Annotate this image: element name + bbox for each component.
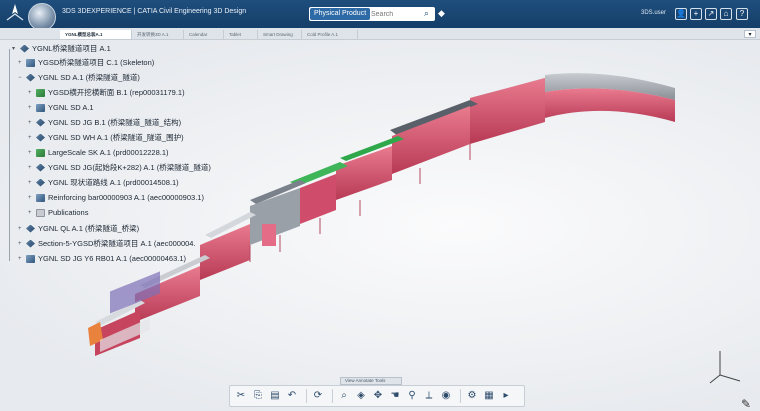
- expand-icon[interactable]: +: [28, 195, 34, 201]
- pan-icon[interactable]: ☚: [388, 389, 402, 403]
- product-icon: [26, 224, 35, 233]
- skeleton-icon: [26, 58, 35, 67]
- tunnel-wall-mid-upper: [470, 78, 545, 144]
- tab-cold-profile[interactable]: Cold Profile A.1: [302, 30, 358, 39]
- rotate-icon[interactable]: ⟳: [311, 389, 325, 403]
- move-icon[interactable]: ✥: [371, 389, 385, 403]
- compass-icon[interactable]: [4, 2, 26, 24]
- product-icon: [36, 118, 45, 127]
- tree-item[interactable]: − YGNL SD A.1 (桥梁隧道_隧道): [18, 71, 140, 84]
- expand-icon[interactable]: +: [28, 150, 34, 156]
- cut-icon[interactable]: ✂: [234, 389, 248, 403]
- tree-item[interactable]: + YGNL SD JG B.1 (桥梁隧道_隧道_结构): [28, 116, 181, 129]
- top-bar: 3DS 3DEXPERIENCE | CATIA Civil Engineeri…: [0, 0, 760, 31]
- tab-strip: YGNL模型总装A.1 开发转换3D A.1 Calendar Tablet S…: [0, 28, 760, 40]
- search-input[interactable]: [371, 8, 419, 20]
- tab-ygnl[interactable]: YGNL模型总装A.1: [60, 30, 132, 39]
- expand-icon[interactable]: +: [18, 60, 24, 66]
- share-icon[interactable]: ↗: [705, 8, 717, 20]
- tunnel-portal: [262, 224, 276, 246]
- shape-icon: [36, 88, 45, 97]
- action-bar-sections[interactable]: View Annotate Tools: [340, 377, 402, 385]
- expand-icon[interactable]: +: [28, 210, 34, 216]
- globe-icon[interactable]: [28, 3, 56, 31]
- tag-icon[interactable]: ◆: [438, 8, 448, 20]
- search-box[interactable]: Physical Product: [309, 7, 435, 21]
- user-name[interactable]: 3DS.user: [641, 10, 666, 16]
- add-icon[interactable]: +: [690, 8, 702, 20]
- part-icon: [26, 254, 35, 263]
- measure-icon[interactable]: ⟂: [422, 389, 436, 403]
- tree-connector: [9, 49, 10, 261]
- part-icon: [36, 193, 45, 202]
- tab-menu-button[interactable]: ▾: [744, 30, 756, 38]
- zoom-icon[interactable]: ⌕: [337, 389, 351, 403]
- undo-icon[interactable]: ↶: [285, 389, 299, 403]
- product-icon: [26, 239, 35, 248]
- tree-item[interactable]: + LargeScale SK A.1 (prd00012228.1): [28, 146, 169, 159]
- product-icon: [36, 163, 45, 172]
- tree-item[interactable]: + YGNL QL A.1 (桥梁隧道_桥梁): [18, 222, 139, 235]
- specification-tree[interactable]: ▾ YGNL桥梁隧道项目 A.1 + YGSD桥梁隧道项目 C.1 (Skele…: [0, 42, 250, 272]
- part-icon: [36, 103, 45, 112]
- shape-icon: [36, 148, 45, 157]
- expand-icon[interactable]: +: [28, 120, 34, 126]
- collapse-icon[interactable]: ▾: [12, 45, 18, 52]
- tree-item[interactable]: + YGSD横开挖横断面 B.1 (rep00031179.1): [28, 86, 185, 99]
- axis-triad-icon[interactable]: [706, 345, 746, 385]
- toolbar-separator: [306, 389, 307, 403]
- app-title: 3DS 3DEXPERIENCE | CATIA Civil Engineeri…: [62, 8, 247, 15]
- expand-icon[interactable]: +: [28, 105, 34, 111]
- product-icon: [20, 44, 29, 53]
- expand-icon[interactable]: +: [28, 90, 34, 96]
- tree-item[interactable]: + YGSD桥梁隧道项目 C.1 (Skeleton): [18, 56, 154, 69]
- search-icon[interactable]: ⌕: [424, 8, 434, 20]
- 3d-viewport[interactable]: ▾ YGNL桥梁隧道项目 A.1 + YGSD桥梁隧道项目 C.1 (Skele…: [0, 40, 760, 411]
- toolbar-separator: [332, 389, 333, 403]
- pen-icon[interactable]: ✎: [741, 397, 755, 411]
- product-icon: [36, 133, 45, 142]
- product-icon: [36, 178, 45, 187]
- tab-smart-drawing[interactable]: Smart Drawing: [258, 30, 302, 39]
- tree-item[interactable]: + YGNL SD JG Y6 RB01 A.1 (aec00000463.1): [18, 252, 186, 265]
- home-icon[interactable]: ⌂: [720, 8, 732, 20]
- search-scope-chip[interactable]: Physical Product: [310, 8, 371, 20]
- expand-icon[interactable]: +: [18, 256, 24, 262]
- paste-icon[interactable]: ▤: [268, 389, 282, 403]
- toolbar-separator: [460, 389, 461, 403]
- help-icon[interactable]: ?: [736, 8, 748, 20]
- copy-icon[interactable]: ⎘: [251, 389, 265, 403]
- expand-icon[interactable]: +: [18, 226, 24, 232]
- view-icon[interactable]: ◈: [354, 389, 368, 403]
- tab-calendar[interactable]: Calendar: [184, 30, 224, 39]
- tab-tablet[interactable]: Tablet: [224, 30, 258, 39]
- product-icon: [26, 73, 35, 82]
- more-icon[interactable]: ▸: [499, 389, 513, 403]
- expand-icon[interactable]: +: [28, 165, 34, 171]
- user-icon[interactable]: 👤: [675, 8, 687, 20]
- tree-item[interactable]: + YGNL SD A.1: [28, 101, 94, 114]
- tab-convert[interactable]: 开发转换3D A.1: [132, 30, 184, 39]
- tree-item[interactable]: + Reinforcing bar00000903 A.1 (aec000009…: [28, 191, 204, 204]
- settings-icon[interactable]: ⚙: [465, 389, 479, 403]
- collapse-icon[interactable]: −: [18, 75, 24, 81]
- tree-item[interactable]: + YGNL SD WH A.1 (桥梁隧道_隧道_围护): [28, 131, 184, 144]
- search-icon[interactable]: ⚲: [405, 389, 419, 403]
- expand-icon[interactable]: +: [28, 135, 34, 141]
- expand-icon[interactable]: +: [18, 241, 24, 247]
- grid-icon[interactable]: ▦: [482, 389, 496, 403]
- tree-root[interactable]: ▾ YGNL桥梁隧道项目 A.1: [12, 42, 111, 55]
- folder-icon: [36, 208, 45, 217]
- action-bar: ✂ ⎘ ▤ ↶ ⟳ ⌕ ◈ ✥ ☚ ⚲ ⟂ ◉ ⚙ ▦ ▸: [229, 385, 525, 407]
- render-icon[interactable]: ◉: [439, 389, 453, 403]
- tree-item[interactable]: + YGNL SD JG(起始段K+282) A.1 (桥梁隧道_隧道): [28, 161, 211, 174]
- expand-icon[interactable]: +: [28, 180, 34, 186]
- tree-item[interactable]: + Publications: [28, 206, 88, 219]
- tree-item[interactable]: + Section-5-YGSD桥梁隧道项目 A.1 (aec000004.: [18, 237, 196, 250]
- tree-item[interactable]: + YGNL 现状道路线 A.1 (prd00014508.1): [28, 176, 179, 189]
